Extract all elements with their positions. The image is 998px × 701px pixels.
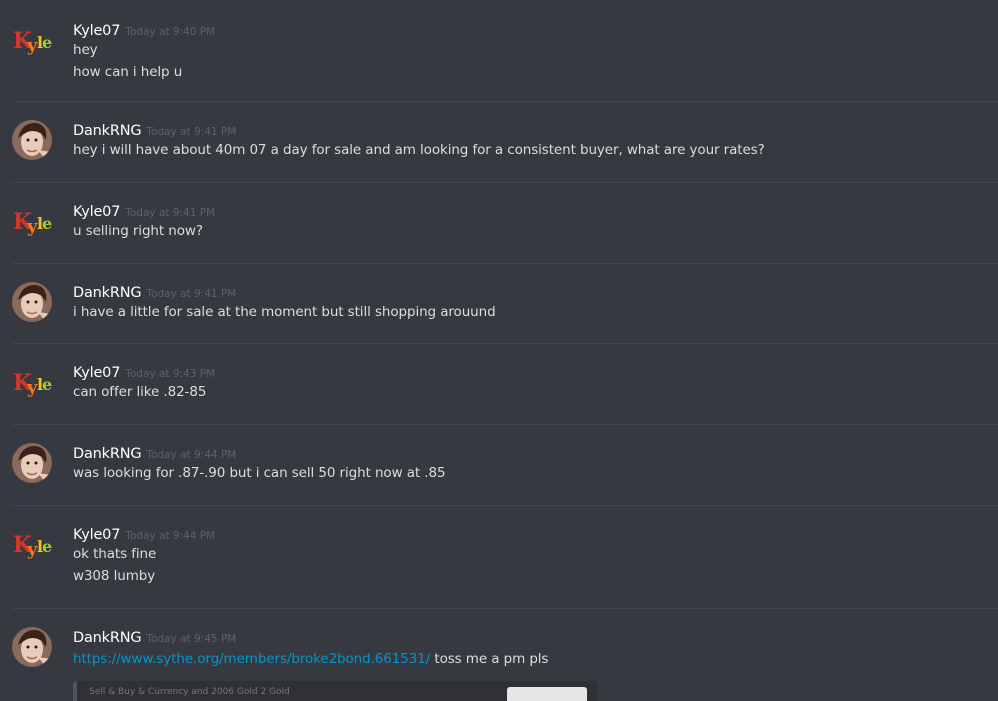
embed-description: Sell & Buy & Currency and 2006 Gold 2 Go…	[89, 687, 290, 697]
message-group: DankRNG Today at 9:41 PM i have a little …	[12, 282, 998, 326]
avatar-face-photo-icon[interactable]	[12, 282, 52, 322]
timestamp[interactable]: Today at 9:41 PM	[146, 288, 236, 300]
timestamp[interactable]: Today at 9:41 PM	[146, 126, 236, 138]
message-group: K y l e Kyle07 Today at 9:41 PM u selling…	[12, 201, 998, 245]
message-header: Kyle07 Today at 9:43 PM	[73, 362, 215, 382]
message-divider	[12, 505, 998, 506]
username[interactable]: DankRNG	[73, 285, 142, 301]
message-group: K y l e Kyle07 Today at 9:43 PM can offer…	[12, 362, 998, 406]
message-header: Kyle07 Today at 9:40 PM	[73, 20, 215, 40]
svg-text:e: e	[42, 214, 52, 233]
avatar-face-photo-icon[interactable]	[12, 627, 52, 667]
timestamp[interactable]: Today at 9:40 PM	[125, 26, 215, 38]
timestamp[interactable]: Today at 9:41 PM	[125, 207, 215, 219]
message-group: K y l e Kyle07 Today at 9:40 PM hey how c…	[12, 20, 998, 80]
avatar-kyle-logo-icon[interactable]: K y l e	[12, 524, 52, 564]
message-text: ok thats fine	[73, 546, 157, 562]
timestamp[interactable]: Today at 9:43 PM	[125, 368, 215, 380]
avatar-face-photo-icon[interactable]	[12, 120, 52, 160]
message-text: hey i will have about 40m 07 a day for s…	[73, 142, 765, 158]
message-divider	[12, 263, 998, 264]
message-divider	[12, 343, 998, 344]
message-divider	[12, 608, 998, 609]
avatar-kyle-logo-icon[interactable]: K y l e	[12, 201, 52, 241]
message-text: how can i help u	[73, 64, 183, 80]
svg-text:e: e	[42, 537, 52, 556]
svg-text:e: e	[42, 33, 52, 52]
embed-thumbnail[interactable]	[507, 687, 587, 701]
username[interactable]: DankRNG	[73, 446, 142, 462]
timestamp[interactable]: Today at 9:44 PM	[125, 530, 215, 542]
avatar-kyle-logo-icon[interactable]: K y l e	[12, 362, 52, 402]
message-group: K y l e Kyle07 Today at 9:44 PM ok thats …	[12, 524, 998, 590]
chat-messages: K y l e Kyle07 Today at 9:40 PM hey how c…	[0, 0, 998, 701]
profile-link[interactable]: https://www.sythe.org/members/broke2bond…	[73, 651, 430, 667]
message-header: DankRNG Today at 9:44 PM	[73, 443, 236, 463]
message-divider	[12, 424, 998, 425]
message-text: https://www.sythe.org/members/broke2bond…	[73, 651, 548, 667]
timestamp[interactable]: Today at 9:45 PM	[146, 633, 236, 645]
message-group: DankRNG Today at 9:44 PM was looking for …	[12, 443, 998, 487]
message-header: DankRNG Today at 9:41 PM	[73, 282, 236, 302]
avatar-kyle-logo-icon[interactable]: K y l e	[12, 20, 52, 60]
username[interactable]: Kyle07	[73, 23, 120, 39]
link-embed[interactable]: Sell & Buy & Currency and 2006 Gold 2 Go…	[73, 681, 597, 701]
message-group: DankRNG Today at 9:45 PM https://www.syth…	[12, 627, 998, 701]
message-divider	[12, 101, 998, 102]
avatar-face-photo-icon[interactable]	[12, 443, 52, 483]
message-header: Kyle07 Today at 9:41 PM	[73, 201, 215, 221]
username[interactable]: Kyle07	[73, 527, 120, 543]
message-text: was looking for .87-.90 but i can sell 5…	[73, 465, 446, 481]
message-divider	[12, 182, 998, 183]
svg-text:e: e	[42, 375, 52, 394]
message-text: i have a little for sale at the moment b…	[73, 304, 496, 320]
message-text: hey	[73, 42, 98, 58]
message-text: w308 lumby	[73, 568, 156, 584]
message-text: can offer like .82-85	[73, 384, 207, 400]
timestamp[interactable]: Today at 9:44 PM	[146, 449, 236, 461]
message-header: DankRNG Today at 9:41 PM	[73, 120, 236, 140]
username[interactable]: DankRNG	[73, 630, 142, 646]
message-header: DankRNG Today at 9:45 PM	[73, 627, 236, 647]
message-header: Kyle07 Today at 9:44 PM	[73, 524, 215, 544]
message-group: DankRNG Today at 9:41 PM hey i will have …	[12, 120, 998, 164]
username[interactable]: Kyle07	[73, 365, 120, 381]
message-text-after-link: toss me a pm pls	[430, 651, 549, 667]
username[interactable]: DankRNG	[73, 123, 142, 139]
message-text: u selling right now?	[73, 223, 203, 239]
username[interactable]: Kyle07	[73, 204, 120, 220]
